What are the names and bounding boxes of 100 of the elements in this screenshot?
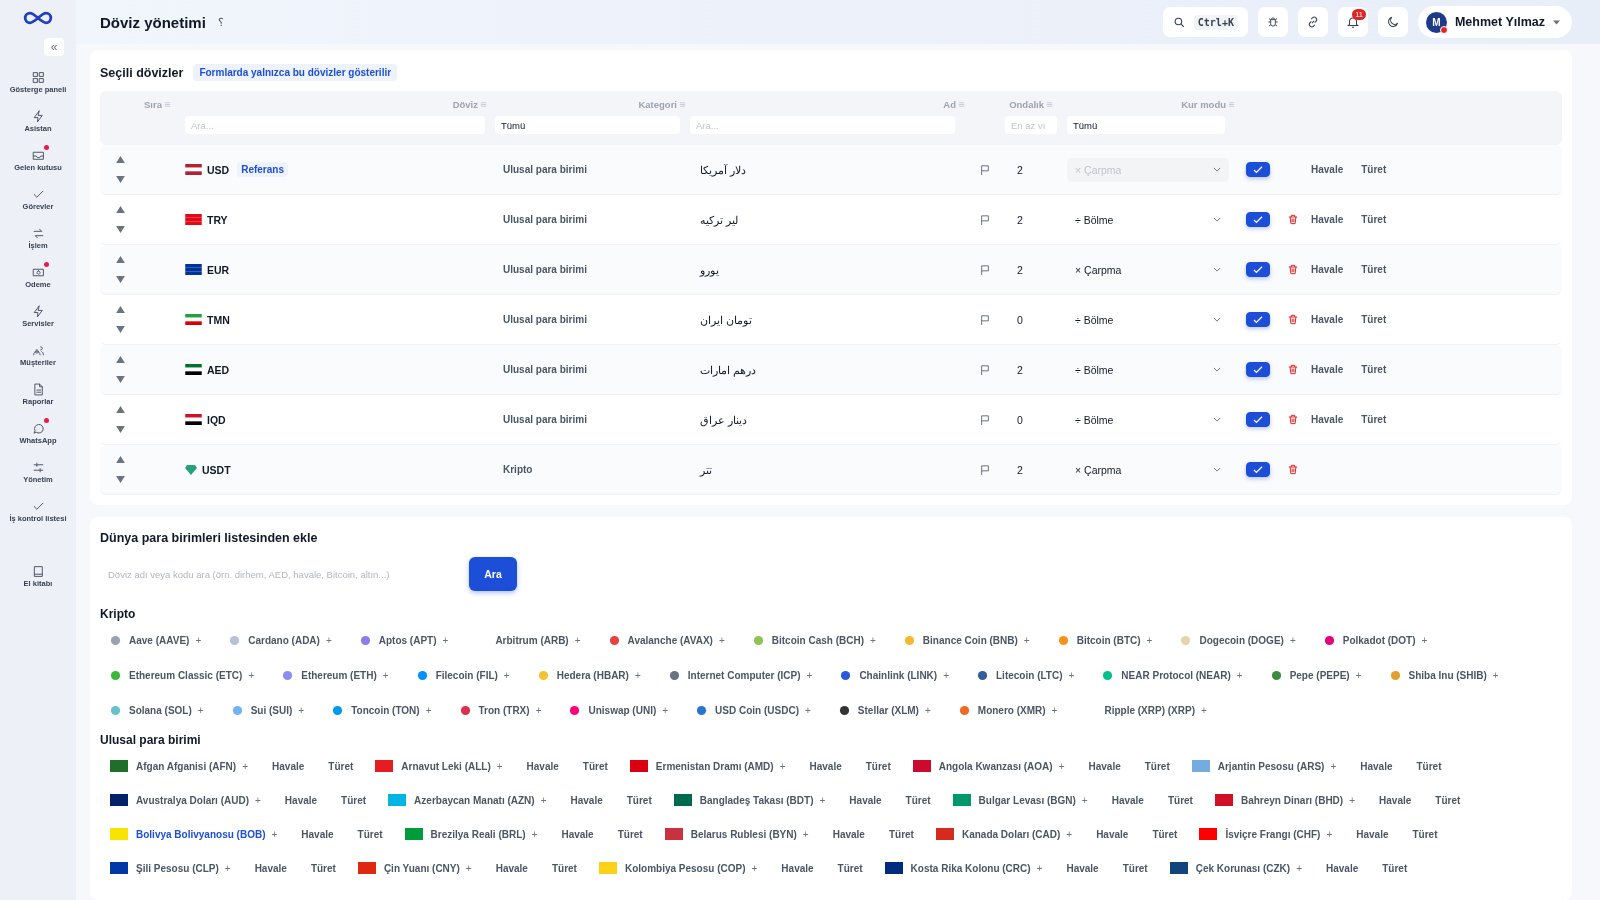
currency-chip[interactable]: Cardano (ADA) + bbox=[229, 631, 332, 649]
action-link[interactable]: Türet bbox=[1382, 862, 1408, 874]
action-link[interactable]: Havale bbox=[1326, 862, 1359, 874]
currency-chip[interactable]: Tron (TRX) + bbox=[459, 701, 542, 719]
action-link[interactable]: Havale bbox=[495, 862, 528, 874]
trash-icon[interactable] bbox=[1288, 364, 1298, 375]
currency-chip[interactable]: Hedera (HBAR) + bbox=[537, 666, 641, 684]
action-link[interactable]: Türet bbox=[837, 862, 863, 874]
trash-icon[interactable] bbox=[1288, 214, 1298, 225]
mode-select[interactable]: ÷ Bölme bbox=[1067, 207, 1229, 232]
category-filter[interactable]: Tümü bbox=[495, 116, 680, 134]
action-link[interactable]: Havale bbox=[1311, 264, 1344, 275]
flag-outline-icon[interactable] bbox=[980, 164, 990, 175]
currency-chip[interactable]: Filecoin (FIL) + bbox=[416, 666, 510, 684]
action-link[interactable]: Türet bbox=[328, 760, 354, 772]
flag-outline-icon[interactable] bbox=[980, 314, 990, 325]
action-link[interactable]: Türet bbox=[357, 828, 383, 840]
search-field[interactable]: Ara... bbox=[185, 116, 485, 134]
action-link[interactable]: Havale bbox=[561, 828, 594, 840]
move-down-icon[interactable] bbox=[115, 426, 125, 433]
currency-chip[interactable]: Uniswap (UNI) + bbox=[569, 701, 669, 719]
mode-select[interactable]: ÷ Bölme bbox=[1067, 357, 1229, 382]
action-link[interactable]: Havale bbox=[301, 828, 334, 840]
currency-chip[interactable]: Bitcoin Cash (BCH) + bbox=[752, 631, 876, 649]
action-link[interactable]: Türet bbox=[310, 862, 336, 874]
currency-chip[interactable]: Arbitrum (ARB) + bbox=[476, 631, 581, 649]
action-link[interactable]: Havale bbox=[1356, 828, 1389, 840]
currency-chip[interactable]: Aptos (APT) + bbox=[359, 631, 449, 649]
move-down-icon[interactable] bbox=[115, 276, 125, 283]
currency-chip[interactable]: Çin Yuanı (CNY) + bbox=[357, 859, 472, 877]
currency-chip[interactable]: Bulgar Levası (BGN) + bbox=[952, 791, 1088, 809]
currency-chip[interactable]: Chainlink (LINK) + bbox=[840, 666, 949, 684]
collapse-button[interactable]: « bbox=[44, 38, 64, 56]
currency-chip[interactable]: Şili Pesosu (CLP) + bbox=[110, 859, 231, 877]
currency-chip[interactable]: Arnavut Leki (ALL) + bbox=[375, 757, 503, 775]
action-link[interactable]: Havale bbox=[1088, 760, 1121, 772]
action-link[interactable]: Havale bbox=[1311, 414, 1344, 425]
currency-chip[interactable]: Sui (SUI) + bbox=[231, 701, 305, 719]
action-link[interactable]: Havale bbox=[254, 862, 287, 874]
action-link[interactable]: Türet bbox=[865, 760, 891, 772]
action-link[interactable]: Havale bbox=[832, 828, 865, 840]
link-button[interactable] bbox=[1297, 7, 1328, 37]
move-down-icon[interactable] bbox=[115, 226, 125, 233]
currency-chip[interactable]: Internet Computer (ICP) + bbox=[668, 666, 813, 684]
currency-chip[interactable]: Çek Korunası (CZK) + bbox=[1169, 859, 1302, 877]
move-up-icon[interactable] bbox=[115, 156, 125, 163]
action-link[interactable]: Türet bbox=[617, 828, 643, 840]
currency-chip[interactable]: Avalanche (AVAX) + bbox=[608, 631, 725, 649]
action-link[interactable]: Türet bbox=[888, 828, 914, 840]
currency-chip[interactable]: Brezilya Reali (BRL) + bbox=[404, 825, 538, 843]
currency-chip[interactable]: Aave (AAVE) + bbox=[110, 631, 202, 649]
enabled-checkbox[interactable] bbox=[1246, 212, 1270, 227]
action-link[interactable]: Havale bbox=[1311, 314, 1344, 325]
currency-chip[interactable]: NEAR Protocol (NEAR) + bbox=[1102, 666, 1243, 684]
theme-button[interactable] bbox=[1377, 7, 1408, 37]
currency-chip[interactable]: Toncoin (TON) + bbox=[332, 701, 432, 719]
action-link[interactable]: Havale bbox=[849, 794, 882, 806]
trash-icon[interactable] bbox=[1288, 414, 1298, 425]
action-link[interactable]: Türet bbox=[582, 760, 608, 772]
currency-chip[interactable]: Bolivya Bolivyanosu (BOB) + bbox=[110, 825, 278, 843]
currency-chip[interactable]: Angola Kwanzası (AOA) + bbox=[912, 757, 1065, 775]
enabled-checkbox[interactable] bbox=[1246, 462, 1270, 477]
action-link[interactable]: Havale bbox=[1360, 760, 1393, 772]
currency-chip[interactable]: Bahreyn Dinarı (BHD) + bbox=[1214, 791, 1356, 809]
currency-chip[interactable]: USD Coin (USDC) + bbox=[696, 701, 811, 719]
mode-select[interactable]: × Çarpma bbox=[1067, 257, 1229, 282]
action-link[interactable]: Havale bbox=[809, 760, 842, 772]
move-up-icon[interactable] bbox=[115, 456, 125, 463]
user-menu[interactable]: M Mehmet Yılmaz bbox=[1417, 6, 1572, 38]
action-link[interactable]: Havale bbox=[1066, 862, 1099, 874]
mode-filter[interactable]: Tümü bbox=[1067, 116, 1225, 134]
flag-outline-icon[interactable] bbox=[980, 264, 990, 275]
currency-chip[interactable]: Kanada Doları (CAD) + bbox=[935, 825, 1073, 843]
move-down-icon[interactable] bbox=[115, 326, 125, 333]
currency-chip[interactable]: Arjantin Pesosu (ARS) + bbox=[1191, 757, 1337, 775]
currency-chip[interactable]: Avustralya Doları (AUD) + bbox=[110, 791, 261, 809]
search-button[interactable]: Ara bbox=[469, 557, 517, 591]
currency-chip[interactable]: Shiba Inu (SHIB) + bbox=[1389, 666, 1499, 684]
flag-outline-icon[interactable] bbox=[980, 364, 990, 375]
action-link[interactable]: Havale bbox=[1311, 364, 1344, 375]
currency-chip[interactable]: Kosta Rika Kolonu (CRC) + bbox=[884, 859, 1043, 877]
action-link[interactable]: Havale bbox=[526, 760, 559, 772]
help-glyph[interactable]: ؟ bbox=[217, 15, 224, 29]
trash-icon[interactable] bbox=[1288, 264, 1298, 275]
mode-select[interactable]: × Çarpma bbox=[1067, 457, 1229, 482]
trash-icon[interactable] bbox=[1288, 314, 1298, 325]
action-link[interactable]: Türet bbox=[551, 862, 577, 874]
move-up-icon[interactable] bbox=[115, 306, 125, 313]
action-link[interactable]: Havale bbox=[1379, 794, 1412, 806]
action-link[interactable]: Türet bbox=[1361, 164, 1387, 175]
action-link[interactable]: Türet bbox=[341, 794, 367, 806]
currency-chip[interactable]: Bitcoin (BTC) + bbox=[1057, 631, 1153, 649]
move-up-icon[interactable] bbox=[115, 206, 125, 213]
action-link[interactable]: Havale bbox=[1311, 214, 1344, 225]
mode-select[interactable]: ÷ Bölme bbox=[1067, 307, 1229, 332]
move-up-icon[interactable] bbox=[115, 406, 125, 413]
currency-chip[interactable]: Solana (SOL) + bbox=[110, 701, 204, 719]
move-down-icon[interactable] bbox=[115, 376, 125, 383]
decimals-filter[interactable]: En az vı bbox=[1005, 116, 1057, 134]
flag-outline-icon[interactable] bbox=[980, 414, 990, 425]
